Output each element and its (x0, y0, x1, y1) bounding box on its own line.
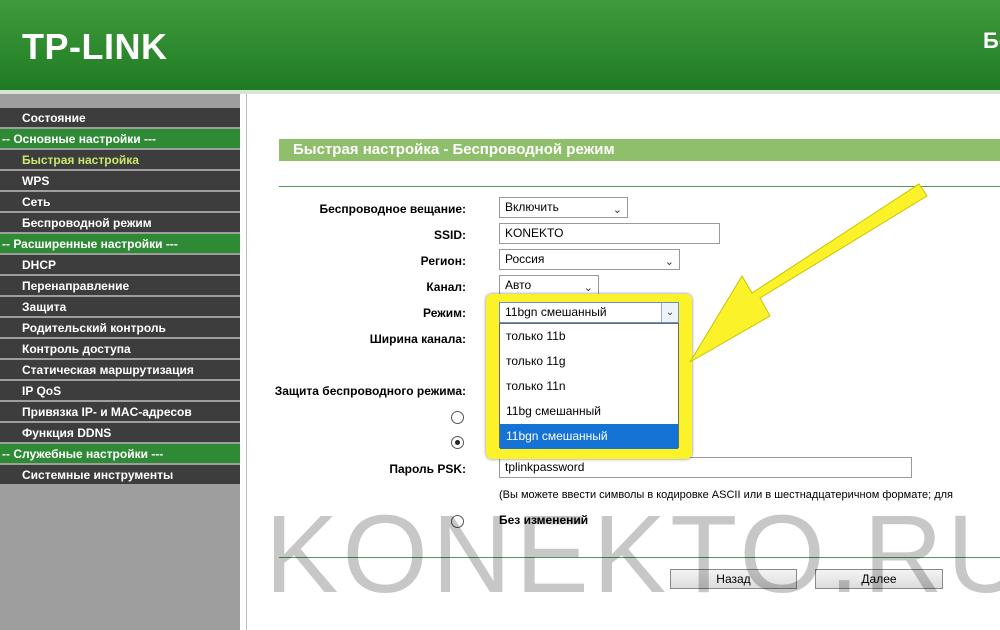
watermark: KONEKTO.RU (265, 493, 1000, 616)
arrow-icon (689, 183, 928, 363)
